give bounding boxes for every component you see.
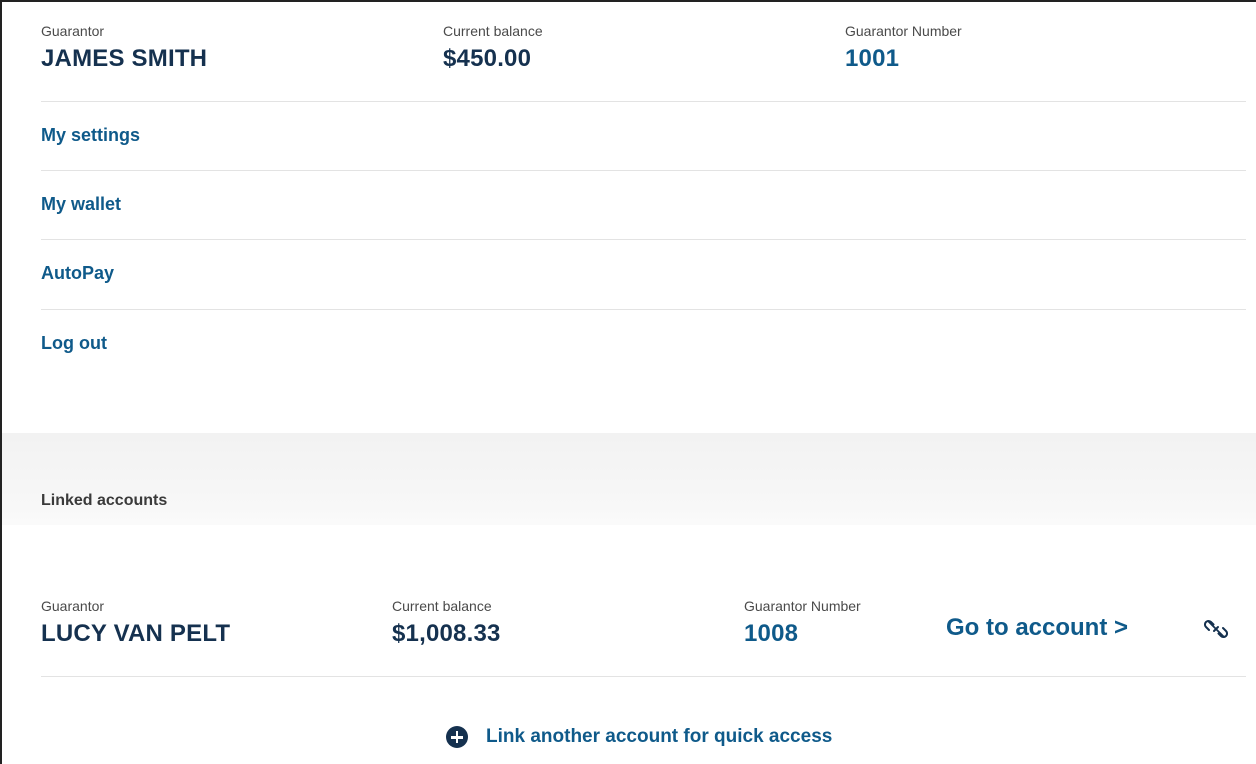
linked-current-balance: $1,008.33 xyxy=(392,620,501,647)
balance-label: Current balance xyxy=(443,23,543,39)
linked-accounts-band xyxy=(2,433,1256,525)
primary-account-summary: Guarantor JAMES SMITH Current balance $4… xyxy=(41,22,1246,102)
linked-guarantor-number-label: Guarantor Number xyxy=(744,598,861,614)
menu-item-autopay[interactable]: AutoPay xyxy=(41,261,114,285)
guarantor-number: 1001 xyxy=(845,45,900,72)
divider xyxy=(41,676,1246,677)
current-balance: $450.00 xyxy=(443,45,532,72)
balance-column: Current balance $450.00 xyxy=(443,22,543,74)
menu-item-my-wallet[interactable]: My wallet xyxy=(41,192,121,216)
menu-item-my-settings[interactable]: My settings xyxy=(41,123,140,147)
divider xyxy=(41,170,1246,171)
unlink-icon[interactable] xyxy=(1203,617,1229,641)
divider xyxy=(41,309,1246,310)
divider xyxy=(41,101,1246,102)
menu-item-log-out[interactable]: Log out xyxy=(41,331,107,355)
guarantor-name: JAMES SMITH xyxy=(41,45,208,72)
guarantor-column: Guarantor JAMES SMITH xyxy=(41,22,207,74)
link-another-account-button[interactable]: Link another account for quick access xyxy=(446,726,832,748)
linked-guarantor-number: 1008 xyxy=(744,620,799,647)
guarantor-number-column: Guarantor Number 1001 xyxy=(845,22,962,74)
plus-circle-icon xyxy=(446,726,468,748)
guarantor-label: Guarantor xyxy=(41,23,105,39)
divider xyxy=(41,239,1246,240)
linked-balance-label: Current balance xyxy=(392,598,492,614)
linked-guarantor-name: LUCY VAN PELT xyxy=(41,620,231,647)
go-to-account-link[interactable]: Go to account > xyxy=(946,614,1128,642)
linked-guarantor-column: Guarantor LUCY VAN PELT xyxy=(41,597,230,649)
linked-guarantor-label: Guarantor xyxy=(41,598,105,614)
linked-number-column: Guarantor Number 1008 xyxy=(744,597,861,649)
link-another-account-label: Link another account for quick access xyxy=(486,726,833,747)
linked-accounts-title: Linked accounts xyxy=(41,492,168,509)
guarantor-number-label: Guarantor Number xyxy=(845,23,962,39)
linked-balance-column: Current balance $1,008.33 xyxy=(392,597,501,649)
